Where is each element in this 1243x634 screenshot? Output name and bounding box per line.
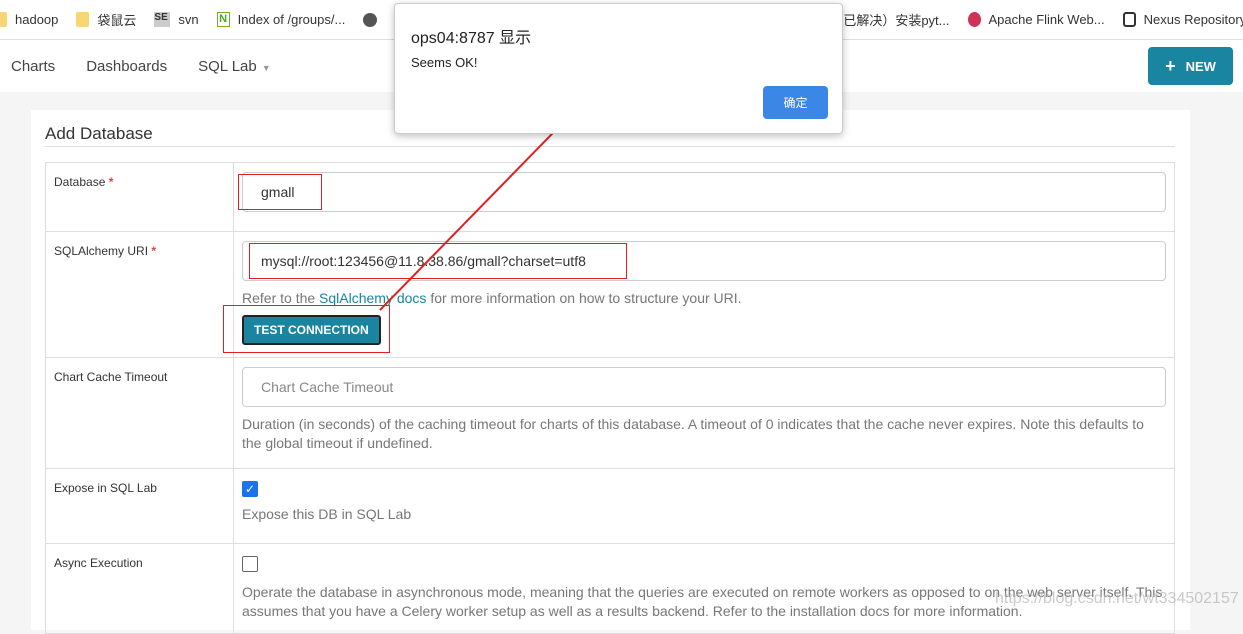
dialog-title: ops04:8787 显示	[411, 30, 532, 47]
watermark: https://blog.csdn.net/wt334502157	[995, 590, 1239, 607]
dialog-ok-button[interactable]: 确定	[763, 86, 828, 119]
dialog-message: Seems OK!	[411, 55, 478, 70]
alert-dialog: ops04:8787 显示 Seems OK! 确定	[394, 3, 843, 134]
